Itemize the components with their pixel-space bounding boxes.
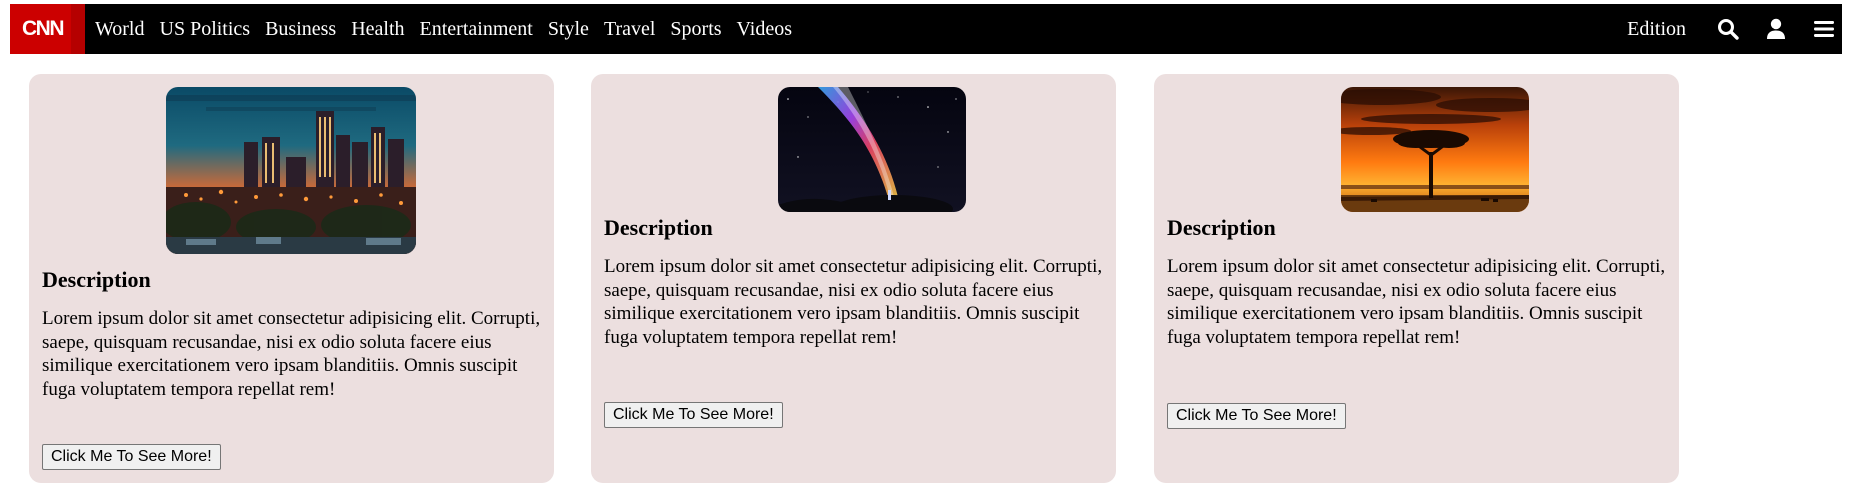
card-title: Description [604, 215, 713, 240]
nav-link-health[interactable]: Health [351, 18, 404, 41]
edition-link[interactable]: Edition [1627, 18, 1686, 41]
aurora-night-sky-image [778, 87, 966, 212]
user-icon[interactable] [1764, 17, 1788, 41]
card: Description Lorem ipsum dolor sit amet c… [1154, 74, 1679, 483]
savanna-sunset-tree-image [1341, 87, 1529, 212]
nav-link-style[interactable]: Style [548, 18, 589, 41]
nav-link-business[interactable]: Business [265, 18, 336, 41]
nav-link-world[interactable]: World [95, 18, 145, 41]
card-description: Lorem ipsum dolor sit amet consectetur a… [42, 308, 541, 400]
see-more-button[interactable]: Click Me To See More! [42, 444, 221, 470]
menu-icon[interactable] [1812, 17, 1836, 41]
card-description: Lorem ipsum dolor sit amet consectetur a… [604, 256, 1103, 348]
nav-link-entertainment[interactable]: Entertainment [420, 18, 533, 41]
see-more-button[interactable]: Click Me To See More! [604, 402, 783, 428]
card: Description Lorem ipsum dolor sit amet c… [29, 74, 554, 483]
see-more-button[interactable]: Click Me To See More! [1167, 403, 1346, 429]
top-navigation-bar: CNN World US Politics Business Health En… [10, 4, 1842, 54]
nav-right-controls: Edition [1627, 4, 1842, 54]
search-icon[interactable] [1716, 17, 1740, 41]
nav-link-videos[interactable]: Videos [737, 18, 792, 41]
nav-link-sports[interactable]: Sports [670, 18, 721, 41]
logo-text: CNN [22, 17, 65, 40]
nav-links: World US Politics Business Health Entert… [95, 18, 807, 41]
cnn-logo[interactable]: CNN [10, 4, 85, 54]
nav-link-travel[interactable]: Travel [604, 18, 655, 41]
city-night-skyline-image [166, 87, 416, 254]
card-description: Lorem ipsum dolor sit amet consectetur a… [1167, 256, 1666, 348]
card-title: Description [1167, 215, 1276, 240]
card: Description Lorem ipsum dolor sit amet c… [591, 74, 1116, 483]
nav-link-us-politics[interactable]: US Politics [160, 18, 251, 41]
card-title: Description [42, 267, 151, 292]
